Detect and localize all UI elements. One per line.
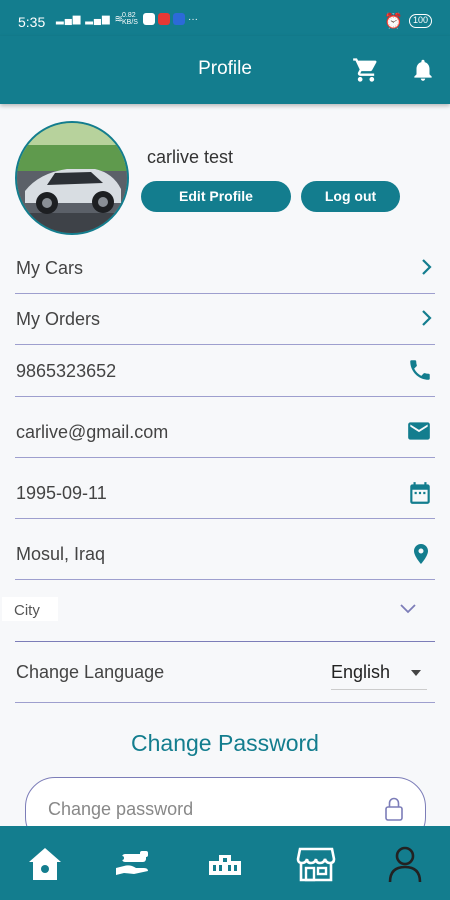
city-dropdown[interactable] [15,580,435,642]
cart-icon[interactable] [352,56,380,89]
location-value: Mosul, Iraq [16,544,106,564]
bottom-navigation [0,826,450,900]
email-value: carlive@gmail.com [16,422,169,442]
app-bar: Profile [0,36,450,104]
battery-icon: 100 [408,14,432,28]
email-row: carlive@gmail.com [15,397,435,458]
nav-dealerships[interactable] [205,844,245,884]
edit-profile-button[interactable]: Edit Profile [141,181,291,212]
nav-store[interactable] [296,844,336,884]
car-keys-icon [116,851,148,875]
phone-value: 9865323652 [16,361,117,381]
email-icon [405,418,433,449]
phone-row: 9865323652 [15,345,435,397]
lock-icon [383,796,405,827]
my-orders-row[interactable]: My Orders [15,294,435,345]
birthdate-row: 1995-09-11 [15,458,435,519]
bluetooth-notification-icon [173,13,185,25]
location-row: Mosul, Iraq [15,519,435,580]
language-value: English [331,662,391,682]
logout-button[interactable]: Log out [301,181,400,212]
status-bar: 5:35 ▂▄▆ ▂▄▆ ≋ 0.82 KB/S ··· ⏰ 100 [0,0,450,36]
person-icon [388,846,422,883]
more-notifications-icon: ··· [188,13,198,25]
profile-name: carlive test [147,147,234,167]
calendar-icon [407,479,433,512]
birthdate-value: 1995-09-11 [16,483,107,503]
chevron-right-icon [421,258,433,281]
app-notification-icon [143,13,155,25]
avatar[interactable] [15,121,129,235]
chevron-down-icon [399,602,417,620]
my-cars-row[interactable]: My Cars [15,246,435,294]
change-language-label: Change Language [16,662,165,682]
dropdown-caret-icon [411,670,421,676]
status-time: 5:35 [18,14,46,30]
store-icon [296,847,336,882]
signal-icon: ▂▄▆ ▂▄▆ ≋ [56,14,124,25]
my-orders-label: My Orders [16,309,101,329]
home-icon [29,848,61,880]
page-title: Profile [198,58,252,79]
nav-home[interactable] [25,844,65,884]
chevron-right-icon [421,309,433,332]
dealership-icon [209,855,241,875]
nav-cars[interactable] [114,844,154,884]
change-password-input[interactable] [48,796,368,822]
my-cars-label: My Cars [16,258,83,278]
alarm-icon: ⏰ [384,13,403,30]
location-pin-icon [409,540,433,573]
phone-icon [407,357,433,388]
nav-profile[interactable] [385,844,425,884]
city-label: City [2,597,58,621]
youtube-notification-icon [158,13,170,25]
network-speed: 0.82 KB/S [122,12,138,26]
notification-bell-icon[interactable] [410,56,436,89]
change-password-title: Change Password [131,730,319,756]
language-select[interactable]: English [331,660,427,690]
